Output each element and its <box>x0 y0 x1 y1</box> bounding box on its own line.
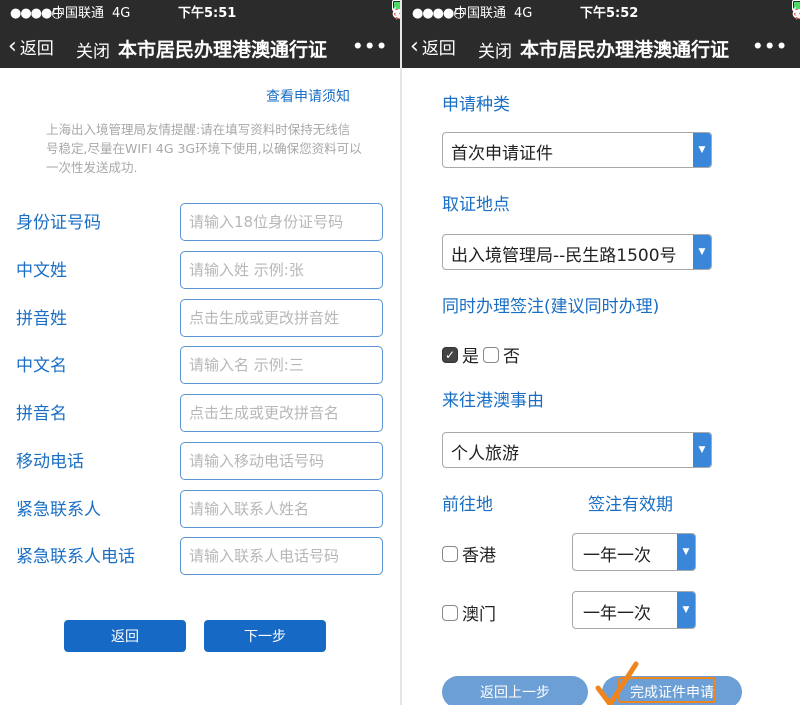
apply-type-label: 申请种类 <box>442 95 510 115</box>
chevron-left-icon: ‹ <box>8 33 17 59</box>
hongkong-checkbox[interactable] <box>442 545 458 562</box>
emergency-phone-input[interactable] <box>180 537 383 575</box>
apply-type-select[interactable]: 首次申请证件 ▼ <box>442 132 712 168</box>
close-button[interactable]: 关闭 <box>76 37 110 62</box>
mobile-phone-input[interactable] <box>180 442 383 480</box>
field-label: 身份证号码 <box>16 213 101 233</box>
field-label: 拼音姓 <box>16 309 67 329</box>
destination-header: 前往地 <box>442 495 493 515</box>
id-number-input[interactable] <box>180 203 383 241</box>
carrier-label: 中国联通 <box>454 6 507 21</box>
dropdown-arrow-icon: ▼ <box>677 592 695 628</box>
left-screen: ●●●●○ 中国联通 4G 下午5:51 ◉ ⏰ 81% ϟ ‹ 返回 关闭 本… <box>0 0 400 705</box>
pickup-location-select[interactable]: 出入境管理局--民生路1500号 ▼ <box>442 234 712 270</box>
select-value: 出入境管理局--民生路1500号 <box>451 246 677 266</box>
field-emergency-contact: 紧急联系人 <box>16 490 386 530</box>
pickup-location-label: 取证地点 <box>442 195 510 215</box>
dropdown-arrow-icon: ▼ <box>693 133 711 167</box>
back-label: 返回 <box>19 39 54 59</box>
field-label: 移动电话 <box>16 452 84 472</box>
pinyin-surname-input[interactable] <box>180 299 383 337</box>
back-button[interactable]: ‹ 返回 <box>410 34 456 59</box>
destination-macau: 澳门 <box>442 600 496 625</box>
application-notice-link[interactable]: 查看申请须知 <box>266 86 350 106</box>
field-id-number: 身份证号码 <box>16 203 386 243</box>
hongkong-validity-select[interactable]: 一年一次 ▼ <box>572 533 696 571</box>
previous-step-button[interactable]: 返回上一步 <box>442 676 588 705</box>
validity-header: 签注有效期 <box>588 495 673 515</box>
destination-hongkong: 香港 <box>442 541 496 566</box>
destination-name: 澳门 <box>462 605 496 625</box>
network-label: 4G <box>514 6 533 21</box>
page-title: 本市居民办理港澳通行证 <box>520 39 730 61</box>
yes-checkbox[interactable]: ✓ <box>442 346 458 363</box>
field-label: 中文名 <box>16 356 67 376</box>
reminder-text: 上海出入境管理局友情提醒:请在填写资料时保持无线信号稳定,尽量在WIFI 4G … <box>46 122 362 175</box>
field-mobile-phone: 移动电话 <box>16 442 386 482</box>
visa-label: 同时办理签注(建议同时办理) <box>442 297 660 317</box>
field-chinese-given-name: 中文名 <box>16 346 386 386</box>
chinese-surname-input[interactable] <box>180 251 383 289</box>
visa-options: ✓ 是 否 <box>442 342 520 367</box>
next-step-button[interactable]: 下一步 <box>204 620 326 652</box>
close-button[interactable]: 关闭 <box>478 37 512 62</box>
field-chinese-surname: 中文姓 <box>16 251 386 291</box>
nav-bar: ‹ 返回 关闭 本市居民办理港澳通行证 ••• <box>0 28 400 68</box>
field-label: 拼音名 <box>16 404 67 424</box>
field-label: 紧急联系人 <box>16 500 101 520</box>
destination-name: 香港 <box>462 546 496 566</box>
chinese-given-name-input[interactable] <box>180 346 383 384</box>
clock: 下午5:52 <box>580 6 639 21</box>
dropdown-arrow-icon: ▼ <box>693 433 711 467</box>
select-value: 首次申请证件 <box>451 144 553 164</box>
checkmark-icon <box>595 661 639 705</box>
more-menu-button[interactable]: ••• <box>352 37 388 57</box>
back-form-button[interactable]: 返回 <box>64 620 186 652</box>
field-label: 紧急联系人电话 <box>16 547 135 567</box>
right-screen: ●●●●○ 中国联通 4G 下午5:52 ◉ ⏰ 81% ϟ ‹ 返回 关闭 本… <box>400 0 800 705</box>
yes-label: 是 <box>462 347 479 367</box>
back-label: 返回 <box>421 39 456 59</box>
back-button[interactable]: ‹ 返回 <box>8 34 54 59</box>
carrier-label: 中国联通 <box>52 6 105 21</box>
field-pinyin-given-name: 拼音名 <box>16 394 386 434</box>
nav-bar: ‹ 返回 关闭 本市居民办理港澳通行证 ••• <box>402 28 800 68</box>
status-bar: ●●●●○ 中国联通 4G 下午5:51 ◉ ⏰ 81% ϟ <box>0 0 400 28</box>
no-checkbox[interactable] <box>483 346 499 363</box>
field-pinyin-surname: 拼音姓 <box>16 299 386 339</box>
travel-reason-label: 来往港澳事由 <box>442 391 544 411</box>
field-label: 中文姓 <box>16 261 67 281</box>
dropdown-arrow-icon: ▼ <box>677 534 695 570</box>
macau-checkbox[interactable] <box>442 604 458 621</box>
pinyin-given-name-input[interactable] <box>180 394 383 432</box>
charging-icon: ϟ <box>792 6 800 21</box>
charging-icon: ϟ <box>392 6 400 21</box>
chevron-left-icon: ‹ <box>410 33 419 59</box>
network-label: 4G <box>112 6 131 21</box>
emergency-contact-input[interactable] <box>180 490 383 528</box>
field-emergency-phone: 紧急联系人电话 <box>16 537 386 577</box>
status-bar: ●●●●○ 中国联通 4G 下午5:52 ◉ ⏰ 81% ϟ <box>402 0 800 28</box>
page-title: 本市居民办理港澳通行证 <box>118 39 328 61</box>
select-value: 个人旅游 <box>451 444 519 464</box>
travel-reason-select[interactable]: 个人旅游 ▼ <box>442 432 712 468</box>
clock: 下午5:51 <box>178 6 237 21</box>
no-label: 否 <box>503 347 520 367</box>
dropdown-arrow-icon: ▼ <box>693 235 711 269</box>
macau-validity-select[interactable]: 一年一次 ▼ <box>572 591 696 629</box>
more-menu-button[interactable]: ••• <box>752 37 788 57</box>
screenshot-composite: ●●●●○ 中国联通 4G 下午5:51 ◉ ⏰ 81% ϟ ‹ 返回 关闭 本… <box>0 0 800 705</box>
